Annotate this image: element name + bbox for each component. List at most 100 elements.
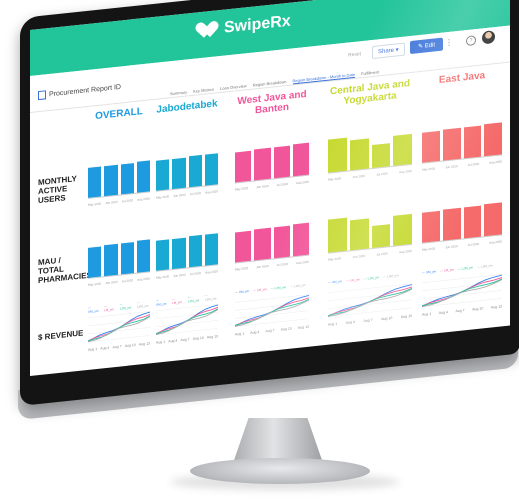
bar[interactable] [88, 246, 102, 278]
bar[interactable] [393, 214, 412, 246]
bar[interactable] [393, 134, 412, 166]
tick-label: Aug 13 [400, 313, 412, 320]
tab-0[interactable]: Summary [170, 89, 187, 97]
tick-label: Aug 10 [192, 335, 204, 341]
bar[interactable] [463, 125, 482, 159]
legend-item: — UM_ym [235, 288, 250, 295]
bar[interactable] [349, 138, 369, 171]
report-icon [38, 90, 46, 101]
line-plot [235, 294, 309, 327]
legend-item: — LM_ym [253, 287, 267, 293]
bar[interactable] [188, 234, 202, 268]
tick-label: Aug 2020 [205, 269, 218, 275]
tick-label: Jul 2020 [376, 251, 388, 257]
tick-label: Aug 2020 [137, 196, 150, 202]
bar[interactable] [172, 157, 186, 190]
tick-label: May 2020 [88, 201, 102, 207]
dashboard-screen: SwipeRx Procurement Report ID Reset Shar… [30, 0, 510, 377]
tick-label: Aug 2020 [205, 189, 218, 195]
tab-4[interactable]: Region Breakdown - Month to Date [292, 71, 356, 85]
mau-bar-chart-3: May 2020 Jun 2020 Jul 2020 Aug 2020 [328, 123, 412, 182]
bar[interactable] [371, 143, 391, 169]
tick-label: Aug 2020 [489, 239, 502, 245]
bar[interactable] [172, 237, 186, 270]
bar[interactable] [254, 147, 271, 181]
tick-label: Aug 4 [168, 338, 178, 344]
tick-label: Aug 4 [345, 319, 355, 325]
edit-label: Edit [424, 42, 436, 50]
revenue-line-chart-4: — UM_ym — LM_ym — L2M_ym — L3M_ym Aug 1 Aug 4… [422, 262, 502, 317]
mau-bar-chart-1: May 2020 Jun 2020 Jul 2020 Aug 2020 [156, 143, 218, 200]
revenue-line-chart-3: — UM_ym — LM_ym — L2M_ym — L3M_ym Aug 1 Aug 4… [328, 272, 412, 327]
bar[interactable] [136, 239, 150, 273]
ratio-bar-chart-0: May 2020 Jun 2020 Jul 2020 Aug 2020 [88, 230, 150, 287]
ratio-bar-chart-4: May 2020 Jun 2020 Jul 2020 Aug 2020 [422, 193, 502, 252]
bar[interactable] [235, 230, 252, 263]
tick-label: Jun 2020 [352, 173, 365, 180]
bar[interactable] [442, 127, 461, 161]
tab-2[interactable]: Loan Overview [220, 83, 247, 92]
bar[interactable] [442, 207, 461, 241]
tick-label: Jun 2020 [173, 192, 186, 198]
bar[interactable] [88, 166, 102, 198]
bar-group [88, 153, 150, 199]
bar-group [156, 146, 218, 192]
bar[interactable] [292, 222, 309, 257]
bar[interactable] [120, 241, 134, 275]
bar[interactable] [254, 227, 271, 261]
tab-5[interactable]: Fulfillment [361, 69, 379, 77]
line-plot [88, 311, 150, 343]
tick-label: Jul 2020 [121, 278, 134, 284]
tick-label: Aug 2020 [296, 179, 309, 186]
tick-label: Jun 2020 [105, 199, 118, 206]
bar-ticks: May 2020 Jun 2020 Jul 2020 Aug 2020 [156, 269, 218, 280]
bar[interactable] [292, 142, 309, 177]
bar[interactable] [204, 153, 218, 186]
bar-group [422, 116, 502, 164]
bar[interactable] [422, 130, 440, 163]
tick-label: Jul 2020 [276, 181, 289, 188]
bar[interactable] [104, 243, 118, 277]
edit-button[interactable]: ✎ Edit [410, 37, 444, 55]
bar[interactable] [484, 202, 502, 237]
bar[interactable] [120, 162, 134, 195]
bar[interactable] [273, 145, 290, 179]
legend-item: — L2M_ym [270, 285, 287, 291]
kebab-menu-icon[interactable]: ⋮ [445, 38, 453, 48]
bar[interactable] [273, 225, 290, 259]
bar[interactable] [328, 137, 347, 173]
bar[interactable] [463, 205, 482, 239]
bar[interactable] [104, 164, 118, 197]
brand-name: SwipeRx [224, 12, 291, 37]
report-title[interactable]: Procurement Report ID [38, 82, 121, 101]
bar[interactable] [328, 217, 347, 253]
bar[interactable] [156, 159, 170, 191]
tab-1[interactable]: Key Metrics [193, 87, 214, 95]
bar-ticks: May 2020 Jun 2020 Jul 2020 Aug 2020 [88, 276, 150, 287]
mau-bar-chart-2: May 2020 Jun 2020 Jul 2020 Aug 2020 [235, 134, 309, 192]
tick-label: Aug 10 [472, 306, 484, 312]
tick-label: Aug 2020 [296, 259, 309, 266]
bar[interactable] [422, 210, 440, 243]
tick-label: May 2020 [235, 186, 249, 192]
tick-label: Aug 13 [490, 304, 502, 310]
reset-button[interactable]: Reset [348, 51, 361, 58]
avatar[interactable] [482, 30, 495, 45]
bar[interactable] [484, 122, 502, 157]
bar[interactable] [371, 224, 391, 249]
bar[interactable] [136, 160, 150, 193]
bar[interactable] [235, 150, 252, 183]
tick-label: Jun 2020 [256, 183, 269, 190]
bar[interactable] [349, 218, 369, 251]
help-icon[interactable]: ? [466, 35, 476, 47]
revenue-line-chart-2: — UM_ym — LM_ym — L2M_ym — L3M_ym Aug 1 Aug 4… [235, 283, 309, 336]
tick-label: Jul 2020 [467, 241, 480, 247]
bar[interactable] [188, 154, 202, 188]
gridline [88, 311, 150, 319]
tab-3[interactable]: Region Breakdown [253, 79, 287, 89]
share-button[interactable]: Share ▾ [372, 42, 405, 60]
column-title-0: OVERALL [95, 106, 143, 123]
bar[interactable] [204, 233, 218, 266]
tick-label: May 2020 [422, 246, 436, 252]
bar[interactable] [156, 239, 170, 271]
